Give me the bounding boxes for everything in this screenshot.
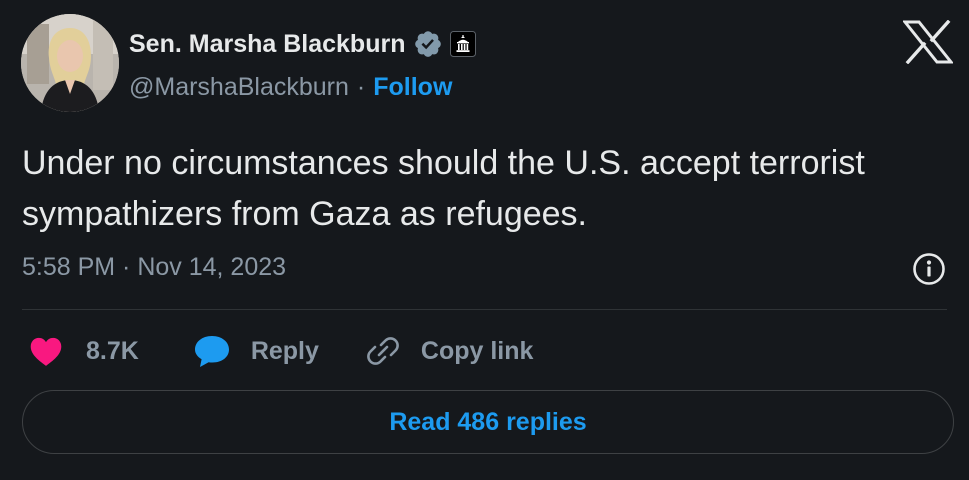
tweet-embed-card: Sen. Marsha Blackburn @MarshaBlackburn ·…: [0, 0, 969, 480]
handle-separator: ·: [356, 72, 366, 101]
author-name-row: Sen. Marsha Blackburn: [129, 26, 477, 62]
link-icon: [367, 337, 399, 365]
heart-icon: [30, 337, 62, 366]
copy-link-label: Copy link: [420, 336, 534, 365]
verified-badge-icon[interactable]: [413, 29, 443, 59]
avatar-photo: [21, 14, 119, 112]
reply-label: Reply: [250, 336, 319, 365]
copy-link-button[interactable]: Copy link: [365, 333, 534, 369]
like-count: 8.7K: [86, 336, 139, 365]
x-logo-icon[interactable]: [901, 19, 955, 65]
author-handle[interactable]: @MarshaBlackburn: [129, 73, 349, 102]
read-replies-label: Read 486 replies: [389, 407, 587, 436]
reply-button[interactable]: Reply: [193, 334, 319, 368]
divider: [22, 309, 947, 310]
like-button[interactable]: 8.7K: [28, 335, 139, 367]
reply-bubble-icon: [194, 336, 229, 367]
tweet-actions: 8.7K Reply Copy link: [28, 330, 533, 372]
tweet-timestamp[interactable]: 5:58 PM · Nov 14, 2023: [22, 250, 286, 284]
author-name[interactable]: Sen. Marsha Blackburn: [129, 30, 405, 59]
government-building-icon[interactable]: [450, 31, 477, 57]
follow-button[interactable]: Follow: [373, 73, 452, 102]
author-handle-row: @MarshaBlackburn · Follow: [129, 70, 452, 104]
author-avatar[interactable]: [21, 14, 119, 112]
info-icon[interactable]: [912, 252, 946, 286]
tweet-text: Under no circumstances should the U.S. a…: [22, 144, 865, 233]
read-replies-button[interactable]: Read 486 replies: [22, 390, 954, 454]
